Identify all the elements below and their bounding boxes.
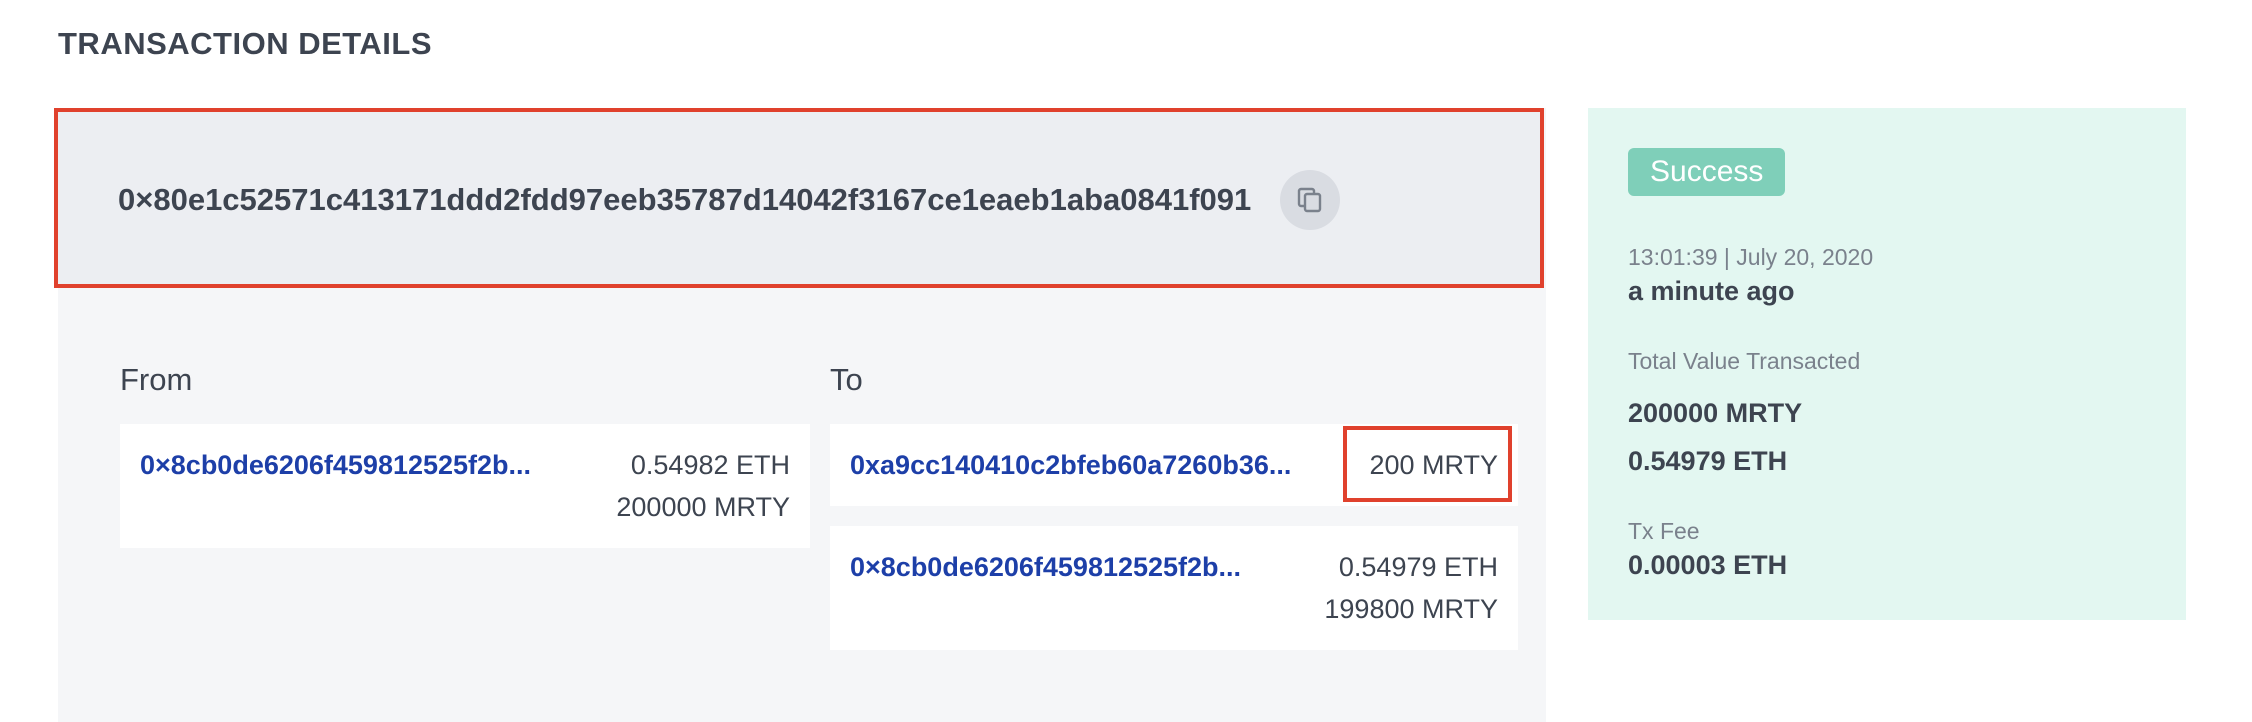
total-value-mrty: 200000 MRTY (1628, 398, 1803, 428)
to-amount-mrty: 199800 MRTY (1324, 594, 1498, 624)
page-title: TRANSACTION DETAILS (58, 26, 433, 61)
to-label: To (830, 362, 863, 397)
total-value-eth: 0.54979 ETH (1628, 446, 1788, 476)
relative-time: a minute ago (1628, 276, 1795, 306)
transaction-summary-panel: Success 13:01:39 | July 20, 2020 a minut… (1588, 108, 2186, 620)
copy-icon (1297, 187, 1322, 213)
tx-fee-value: 0.00003 ETH (1628, 550, 1788, 580)
copy-hash-button[interactable] (1280, 170, 1340, 230)
from-label: From (120, 362, 193, 397)
to-amount-eth: 0.54979 ETH (1338, 552, 1498, 582)
to-entry: 0×8cb0de6206f459812525f2b... 0.54979 ETH… (830, 526, 1518, 650)
status-badge: Success (1628, 148, 1786, 196)
tx-fee-label: Tx Fee (1628, 518, 1700, 544)
to-address-link[interactable]: 0xa9cc140410c2bfeb60a7260b36... (850, 450, 1291, 481)
from-amount-mrty: 200000 MRTY (616, 492, 790, 522)
from-amount-eth: 0.54982 ETH (630, 450, 790, 480)
timestamp: 13:01:39 | July 20, 2020 (1628, 244, 1874, 270)
highlighted-amount-box (1343, 426, 1512, 502)
total-value-label: Total Value Transacted (1628, 348, 1861, 374)
from-entry: 0×8cb0de6206f459812525f2b... 0.54982 ETH… (120, 424, 810, 548)
from-address-link[interactable]: 0×8cb0de6206f459812525f2b... (140, 450, 531, 481)
transaction-hash[interactable]: 0×80e1c52571c413171ddd2fdd97eeb35787d140… (118, 182, 1251, 218)
transaction-hash-bar: 0×80e1c52571c413171ddd2fdd97eeb35787d140… (54, 108, 1544, 288)
to-address-link[interactable]: 0×8cb0de6206f459812525f2b... (850, 552, 1241, 583)
